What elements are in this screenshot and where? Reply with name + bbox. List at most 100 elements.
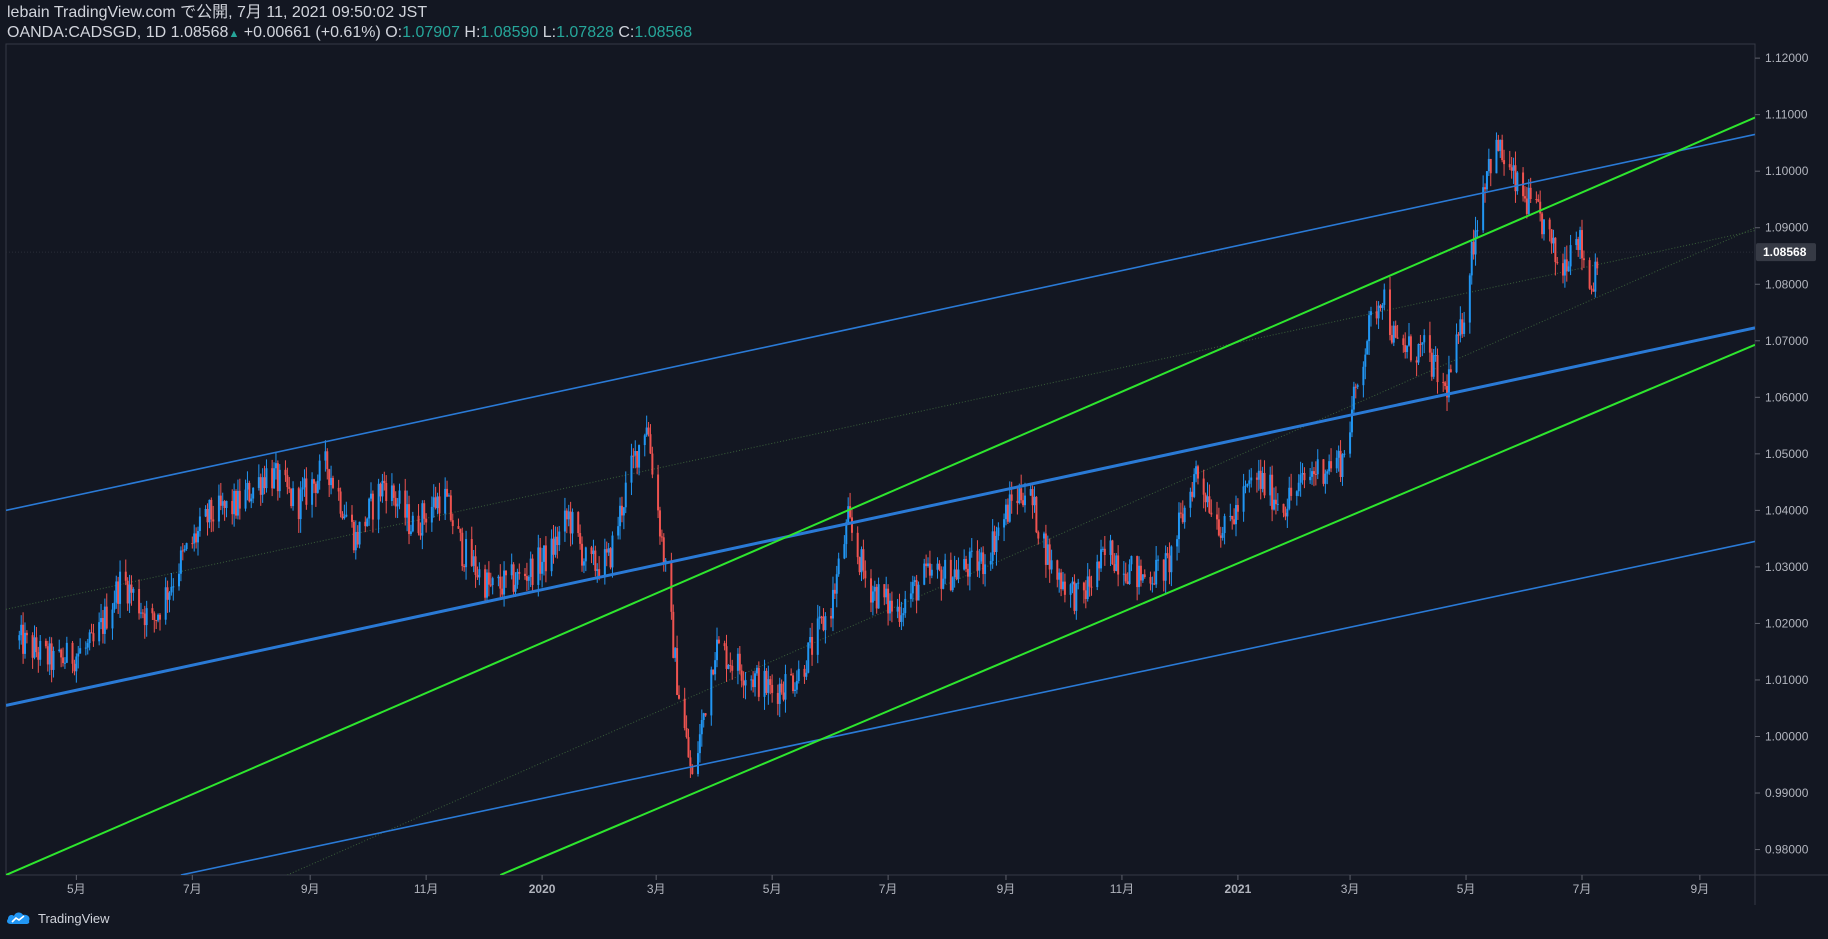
candle-body <box>563 510 566 532</box>
candle-body <box>432 497 435 507</box>
candle-body <box>195 533 198 543</box>
candle-body <box>797 668 800 681</box>
candle-body <box>658 510 661 537</box>
candle-body <box>101 618 104 634</box>
candle-body <box>531 558 534 585</box>
candle-body <box>1208 496 1211 513</box>
candle-body <box>651 453 654 475</box>
x-tick-label: 9月 <box>997 882 1016 896</box>
candle-body <box>119 571 122 604</box>
candle-body <box>991 531 994 561</box>
candle-body <box>571 512 574 534</box>
green-trend-line[interactable] <box>499 343 1755 875</box>
candle-body <box>1343 453 1346 455</box>
candle-body <box>394 497 397 507</box>
candle-body <box>1375 311 1378 319</box>
blue-trend-line[interactable] <box>180 540 1755 875</box>
candle-body <box>1577 239 1580 250</box>
candle-body <box>411 515 414 532</box>
candle-body <box>1177 512 1180 540</box>
candle-body <box>75 656 78 672</box>
green-trend-line[interactable] <box>6 116 1755 875</box>
candle-body <box>487 572 490 585</box>
price-chart[interactable]: 1.12000 1.11000 1.10000 1.09000 1.08000 1.070… <box>0 0 1828 905</box>
candle-body <box>278 469 281 492</box>
blue-trend-line[interactable] <box>6 133 1755 512</box>
candle-body <box>145 608 148 626</box>
candle-body <box>765 670 768 693</box>
candle-body <box>556 536 559 546</box>
candle-body <box>982 552 985 575</box>
candle-body <box>858 557 861 573</box>
candle-body <box>704 713 707 716</box>
candle-body <box>472 556 475 566</box>
candle-body <box>843 544 846 559</box>
candle-body <box>683 698 686 729</box>
candle-body <box>744 679 747 686</box>
candle-body <box>1274 499 1277 505</box>
candle-body <box>1210 512 1213 515</box>
candle-body <box>350 514 353 522</box>
candle-body <box>738 653 741 671</box>
candle-body <box>940 569 943 589</box>
y-tick-label: 0.99000 <box>1765 786 1809 800</box>
candle-body <box>1111 540 1114 565</box>
candle-body <box>790 674 793 676</box>
candle-body <box>1364 354 1367 367</box>
candle-body <box>1063 581 1066 595</box>
candle-body <box>417 515 420 534</box>
candle-body <box>672 611 675 658</box>
price-axis[interactable]: 1.12000 1.11000 1.10000 1.09000 1.08000 1.070… <box>1755 51 1809 857</box>
candle-body <box>1394 325 1397 338</box>
candle-body <box>383 480 386 484</box>
candle-body <box>273 468 276 489</box>
time-axis[interactable]: 5月 7月 9月 11月 2020 3月 5月 7月 9月 11月 2021 3月 5月 7月 9月 <box>67 875 1709 896</box>
y-tick-label: 1.01000 <box>1765 673 1809 687</box>
candle-body <box>1299 474 1302 483</box>
candle-body <box>928 563 931 576</box>
candle-body <box>725 646 728 669</box>
candle-body <box>115 581 118 603</box>
y-tick-label: 0.98000 <box>1765 843 1809 857</box>
candle-body <box>717 639 720 644</box>
candle-body <box>993 531 996 553</box>
candle-body <box>1018 488 1021 504</box>
candle-body <box>1354 386 1357 388</box>
candle-body <box>1575 239 1578 246</box>
candle-body <box>862 549 865 571</box>
candle-body <box>225 500 228 508</box>
candle-body <box>1004 504 1007 520</box>
blue-trend-line[interactable] <box>6 326 1755 707</box>
candle-body <box>1434 355 1437 357</box>
trend-lines[interactable] <box>6 116 1755 875</box>
candle-body <box>1459 319 1462 336</box>
x-tick-label: 11月 <box>1110 882 1134 896</box>
candle-body <box>177 573 180 587</box>
candle-body <box>1195 466 1198 475</box>
candle-body <box>1157 559 1160 561</box>
candle-body <box>406 504 409 518</box>
candles <box>18 132 1599 778</box>
candle-body <box>824 616 827 631</box>
candle-body <box>1037 532 1040 539</box>
candle-body <box>139 612 142 614</box>
candle-body <box>539 547 542 574</box>
candle-body <box>1284 512 1287 517</box>
candle-body <box>50 643 53 670</box>
candle-body <box>379 483 382 497</box>
candle-body <box>816 618 819 655</box>
candle-body <box>1525 198 1528 214</box>
candle-body <box>1269 474 1272 496</box>
candle-body <box>1529 187 1532 200</box>
candle-body <box>782 692 785 700</box>
candle-body <box>1474 230 1477 255</box>
candle-body <box>377 483 380 520</box>
candle-body <box>1202 478 1205 495</box>
candle-body <box>1408 336 1411 346</box>
candle-body <box>430 506 433 523</box>
candle-body <box>569 511 572 534</box>
candle-body <box>1109 540 1112 555</box>
candle-body <box>1031 489 1034 506</box>
candle-body <box>155 620 158 622</box>
candle-body <box>869 578 872 603</box>
